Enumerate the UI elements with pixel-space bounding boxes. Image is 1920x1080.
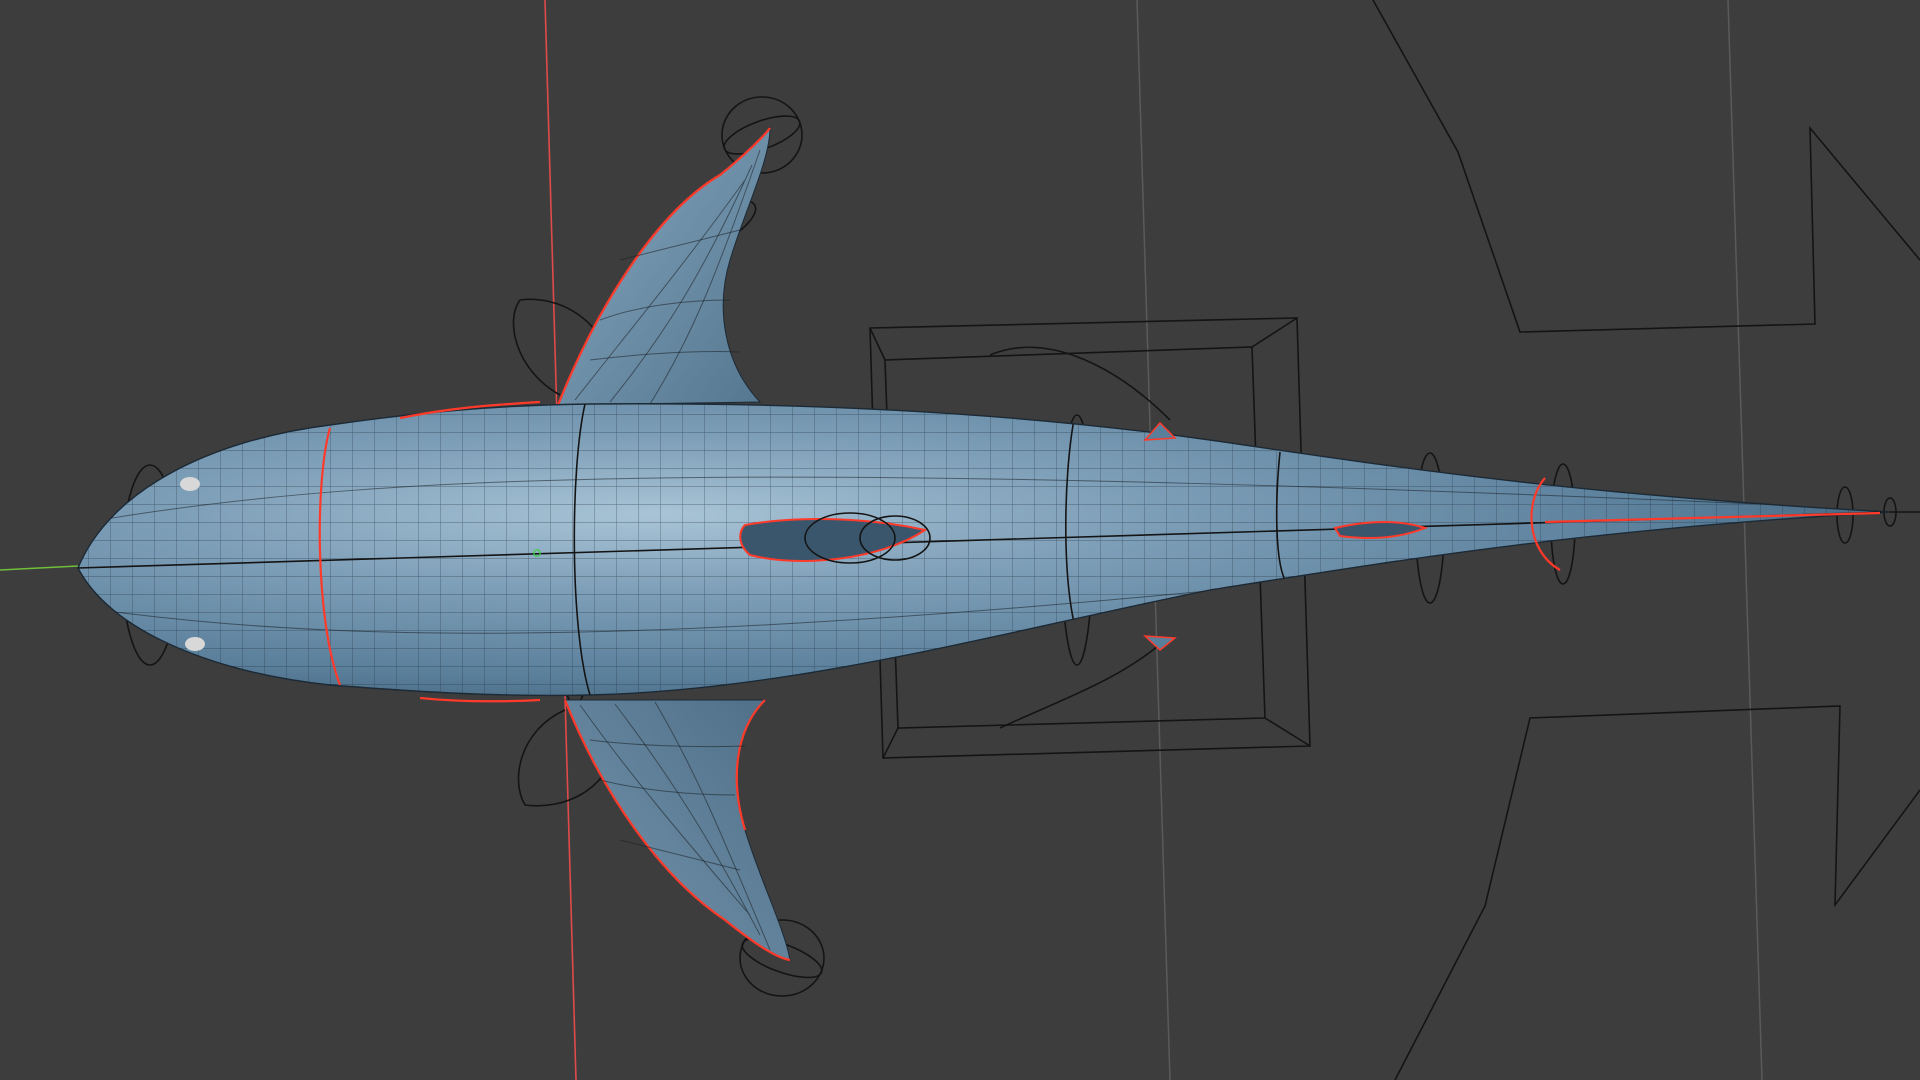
uv-seam-bottom — [419, 696, 541, 703]
ventral-finlet — [1142, 635, 1177, 651]
camera-frame-top — [1372, 0, 1920, 333]
viewport-canvas[interactable] — [0, 0, 1920, 1080]
pectoral-fin-top[interactable] — [557, 126, 771, 406]
control-curve — [999, 639, 1166, 729]
mesh-grid — [78, 403, 1890, 696]
grid-line — [1727, 0, 1763, 1080]
body-wireframe — [78, 403, 1890, 696]
eye-left — [180, 477, 200, 491]
control-curve — [989, 346, 1171, 421]
camera-frame-bottom — [1394, 705, 1920, 1080]
3d-viewport[interactable] — [0, 0, 1920, 1080]
shark-body[interactable] — [77, 400, 1898, 703]
y-axis-line — [0, 565, 79, 571]
eye-right — [185, 637, 205, 651]
fin-control-bottom-arc — [517, 709, 566, 806]
fin-control-top-arc — [512, 299, 561, 396]
